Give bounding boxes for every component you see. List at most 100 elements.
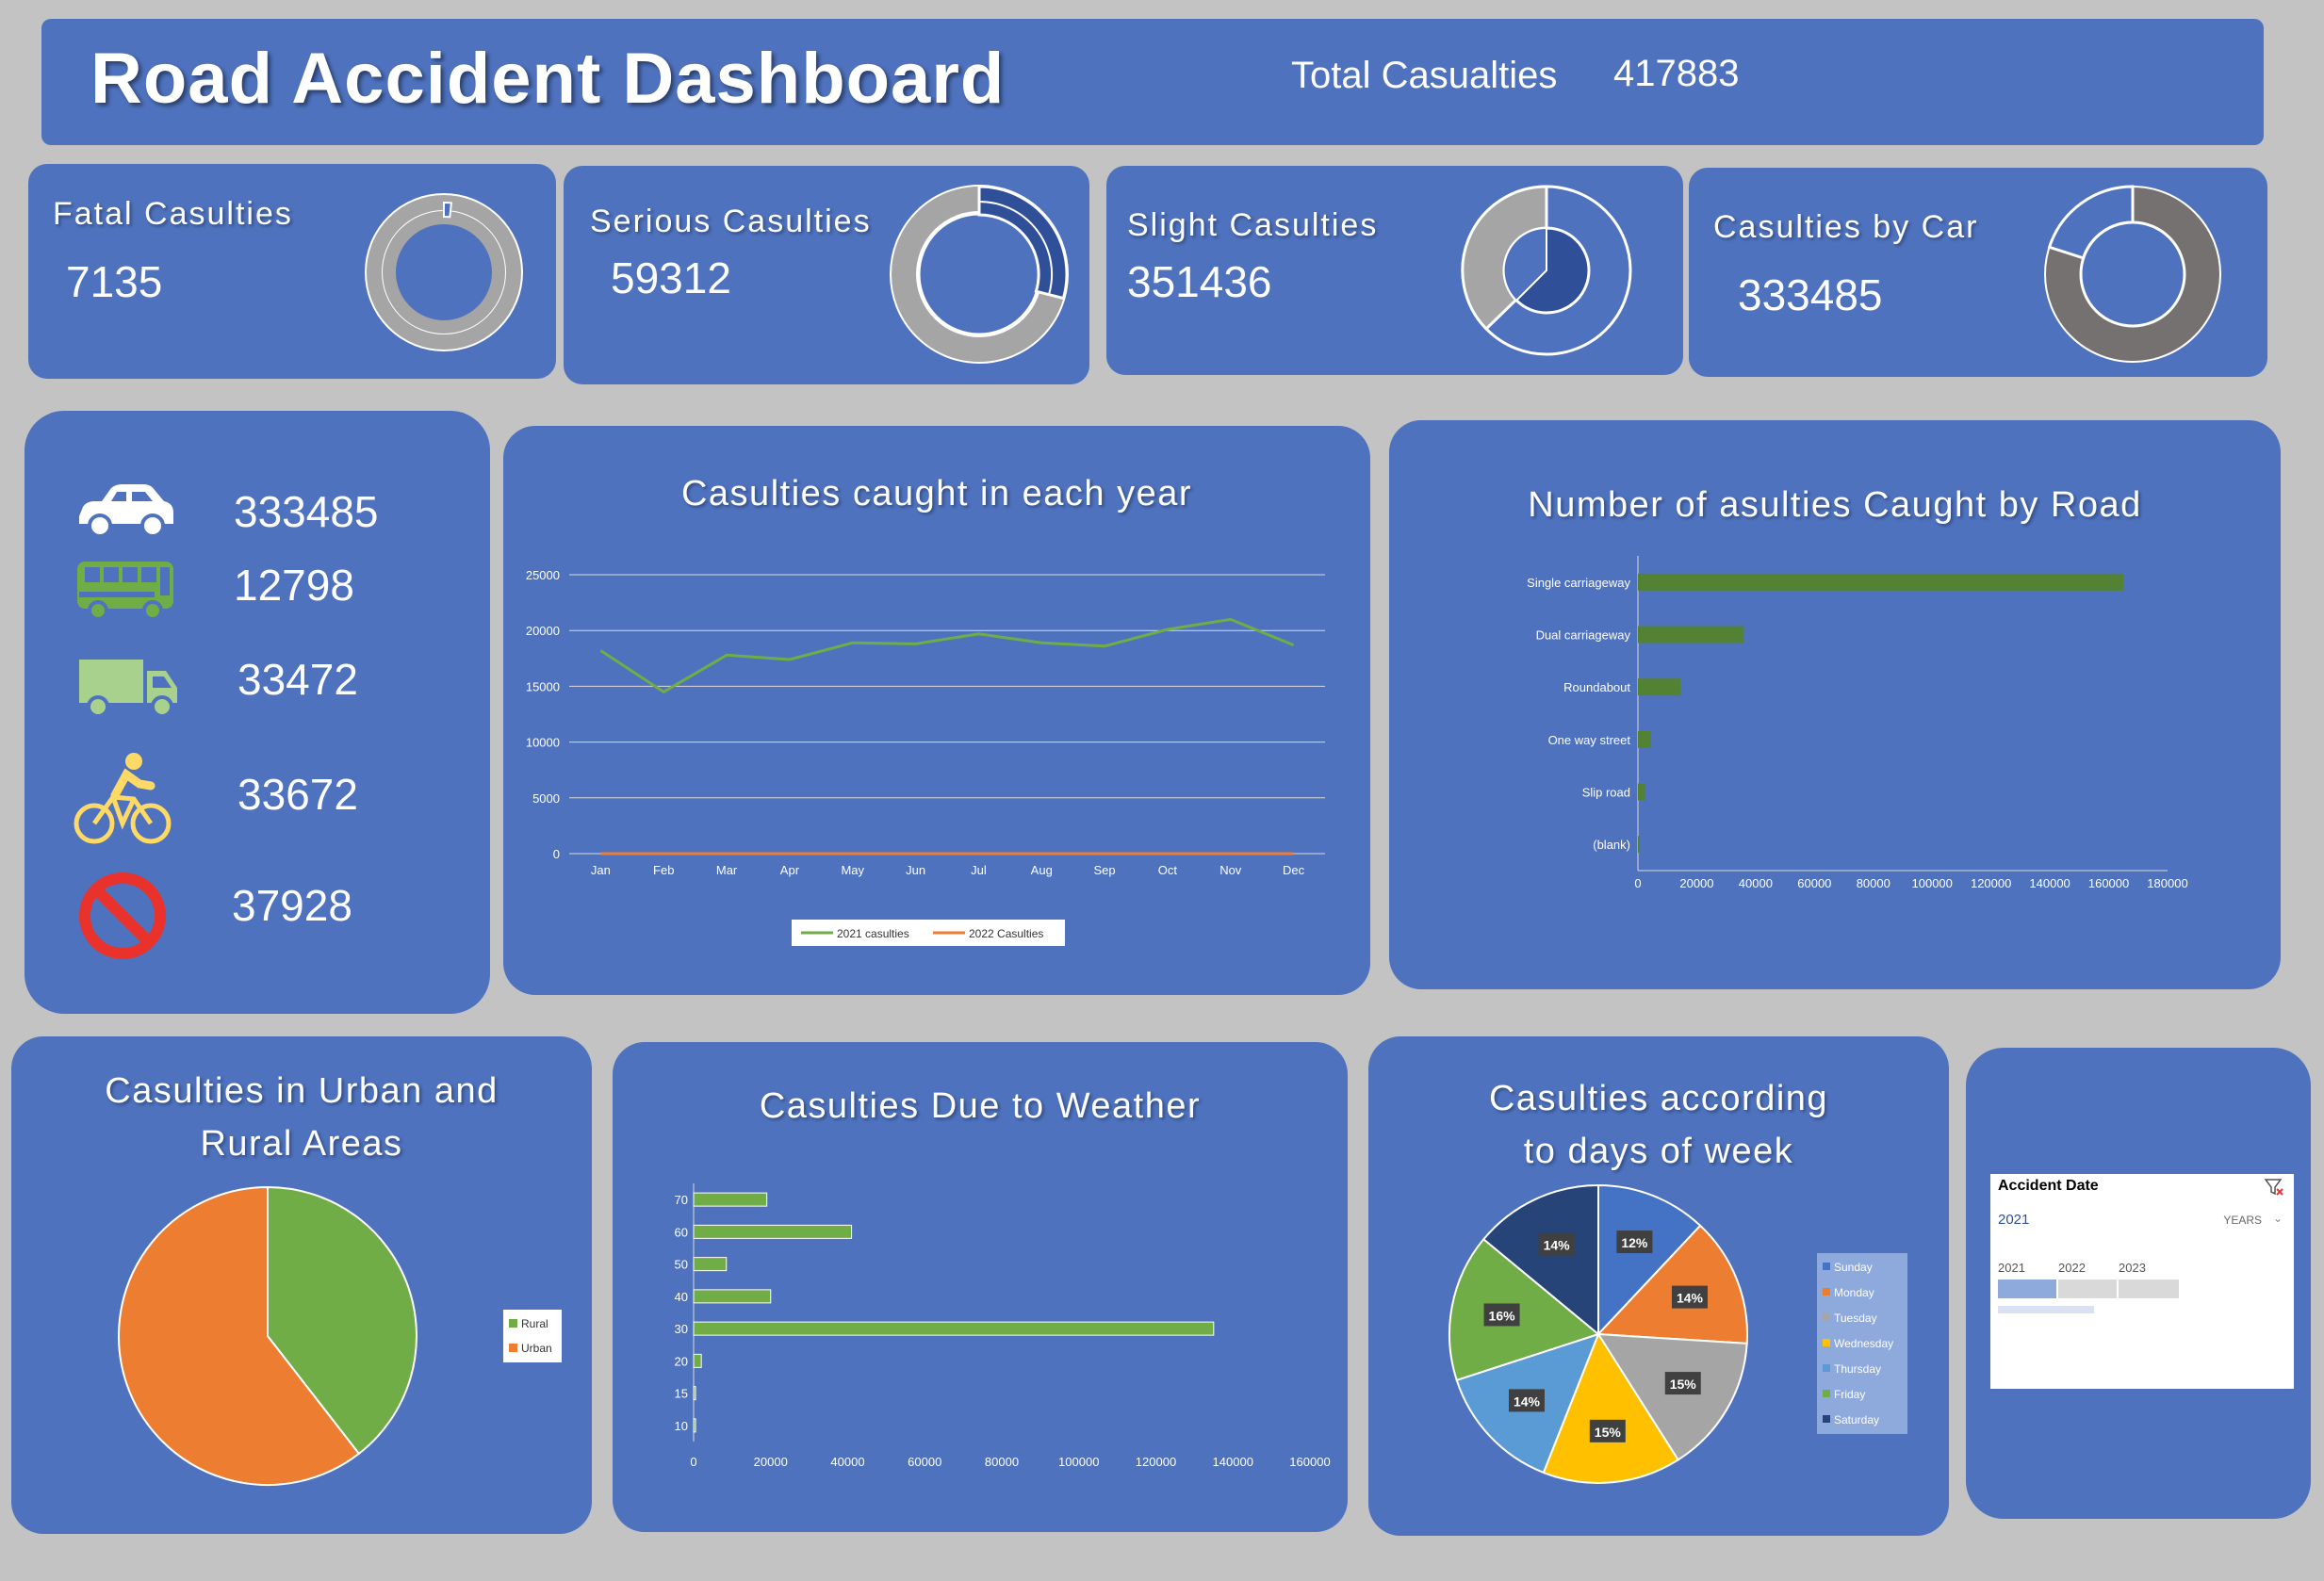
kpi-card-car: Casulties by Car 333485 xyxy=(1689,168,2267,377)
other-count: 37928 xyxy=(232,881,352,930)
y-tick-label: 20000 xyxy=(526,624,560,638)
bicycle-count: 33672 xyxy=(237,770,358,819)
slicer-title: Accident Date xyxy=(1998,1178,2099,1194)
x-tick-label: 20000 xyxy=(754,1455,788,1469)
weather-bar-chart-card: Casulties Due to Weather 70 60 50 40 30 20 15 1… xyxy=(613,1042,1348,1532)
category-label: 70 xyxy=(675,1193,688,1207)
x-tick-label: 100000 xyxy=(1912,876,1953,890)
x-tick-label: Jun xyxy=(906,863,925,877)
legend-swatch xyxy=(1823,1415,1830,1423)
chevron-down-icon[interactable]: ⌄ xyxy=(2273,1212,2283,1225)
legend-label: Monday xyxy=(1834,1286,1874,1299)
truck-icon xyxy=(79,660,177,718)
legend-swatch xyxy=(509,1319,517,1328)
legend-label: Rural xyxy=(521,1317,548,1330)
header-banner: Road Accident Dashboard Total Casualties… xyxy=(41,19,2264,145)
legend-label: Sunday xyxy=(1834,1261,1873,1274)
kpi-value: 59312 xyxy=(611,253,731,302)
kpi-label: Fatal Casulties xyxy=(53,196,293,232)
bar xyxy=(693,1192,768,1207)
x-tick-label: 80000 xyxy=(1857,876,1890,890)
slicer-bar-2023[interactable] xyxy=(2119,1279,2179,1298)
legend-label: Thursday xyxy=(1834,1362,1881,1376)
x-tick-label: 160000 xyxy=(1289,1455,1330,1469)
y-tick-label: 25000 xyxy=(526,568,560,582)
x-tick-label: Sep xyxy=(1094,863,1116,877)
total-casualties-label: Total Casualties xyxy=(1291,55,1558,96)
kpi-card-slight: Slight Casulties 351436 xyxy=(1106,166,1683,375)
legend-swatch xyxy=(1823,1313,1830,1321)
bar xyxy=(693,1386,696,1401)
no-entry-icon xyxy=(79,872,166,959)
road-bar-chart: Single carriageway Dual carriageway Rounda… xyxy=(1527,556,2188,890)
x-tick-label: Mar xyxy=(716,863,738,877)
yearly-line-chart-card: Casulties caught in each year 0 5000 10000… xyxy=(503,426,1370,995)
legend-label: 2022 Casulties xyxy=(969,927,1043,940)
weekday-pie-chart: 12% 14% 15% 15% 14% 16% 14% Sunday Monday Tuesday… xyxy=(1448,1183,1907,1484)
bar xyxy=(693,1224,853,1239)
clear-filter-icon[interactable] xyxy=(2264,1178,2284,1197)
category-label: Dual carriageway xyxy=(1536,628,1631,643)
kpi-value: 7135 xyxy=(66,257,163,306)
category-label: Single carriageway xyxy=(1527,576,1630,590)
category-label: 60 xyxy=(675,1225,688,1239)
slicer-bar-2022[interactable] xyxy=(2058,1279,2117,1298)
slicer-scrollbar[interactable] xyxy=(1998,1306,2094,1313)
x-tick-label: Jan xyxy=(591,863,611,877)
x-tick-label: 0 xyxy=(1634,876,1641,890)
x-tick-label: 140000 xyxy=(1213,1455,1253,1469)
bar xyxy=(1638,626,1744,644)
kpi-label: Casulties by Car xyxy=(1713,209,1979,245)
kpi-card-serious: Serious Casulties 59312 xyxy=(564,166,1089,384)
bar xyxy=(1638,730,1652,748)
kpi-label: Slight Casulties xyxy=(1127,207,1379,243)
data-label: 15% xyxy=(1670,1377,1697,1392)
vehicle-type-card: 333485 12798 33472 33672 37928 xyxy=(25,411,490,1014)
data-label: 15% xyxy=(1595,1425,1622,1440)
x-tick-label: Jul xyxy=(971,863,987,877)
x-tick-label: 100000 xyxy=(1058,1455,1099,1469)
fatal-donut-chart xyxy=(365,193,523,351)
fatal-share-arc xyxy=(443,201,453,219)
x-tick-label: 40000 xyxy=(830,1455,864,1469)
y-tick-label: 5000 xyxy=(532,791,560,806)
slicer-year-2022[interactable]: 2022 xyxy=(2058,1261,2086,1275)
slicer-bar-2021[interactable] xyxy=(1998,1279,2056,1298)
legend-swatch xyxy=(1823,1263,1830,1270)
x-tick-label: Apr xyxy=(780,863,800,877)
legend-swatch xyxy=(1823,1288,1830,1296)
serious-donut-chart xyxy=(890,185,1069,364)
car-icon xyxy=(79,484,173,538)
bar xyxy=(693,1418,696,1433)
category-label: 10 xyxy=(675,1419,688,1433)
category-label: Roundabout xyxy=(1563,680,1630,694)
x-tick-label: 180000 xyxy=(2147,876,2187,890)
legend-swatch xyxy=(1823,1339,1830,1346)
legend-label: Urban xyxy=(521,1342,552,1355)
x-tick-label: 80000 xyxy=(985,1455,1019,1469)
yearly-line-chart: 0 5000 10000 15000 20000 25000 Jan Feb Mar Apr May… xyxy=(526,568,1325,946)
bar xyxy=(1638,678,1681,696)
urban-rural-pie-card: Casulties in Urban and Rural Areas Rural… xyxy=(11,1036,592,1534)
truck-count: 33472 xyxy=(237,655,358,704)
x-tick-label: 60000 xyxy=(908,1455,941,1469)
x-tick-label: 40000 xyxy=(1739,876,1773,890)
category-label: 15 xyxy=(675,1387,688,1401)
slicer-level-label[interactable]: YEARS xyxy=(2223,1214,2262,1227)
y-tick-label: 0 xyxy=(553,847,560,861)
road-bar-chart-card: Number of asulties Caught by Road Single… xyxy=(1389,420,2281,989)
slicer-year-2021[interactable]: 2021 xyxy=(1998,1261,2025,1275)
legend-label: Friday xyxy=(1834,1388,1865,1401)
kpi-value: 351436 xyxy=(1127,257,1272,306)
x-tick-label: Aug xyxy=(1031,863,1053,877)
x-tick-label: 20000 xyxy=(1679,876,1713,890)
category-label: (blank) xyxy=(1593,838,1630,852)
slicer-year-2023[interactable]: 2023 xyxy=(2119,1261,2146,1275)
kpi-label: Serious Casulties xyxy=(590,204,872,239)
accident-date-slicer[interactable]: Accident Date 2021 YEARS ⌄ 2021 2022 202… xyxy=(1990,1174,2294,1389)
bicycle-icon xyxy=(74,753,172,844)
bar xyxy=(693,1353,702,1368)
total-casualties-value: 417883 xyxy=(1613,53,1740,94)
x-tick-label: 120000 xyxy=(1136,1455,1176,1469)
y-tick-label: 15000 xyxy=(526,679,560,693)
